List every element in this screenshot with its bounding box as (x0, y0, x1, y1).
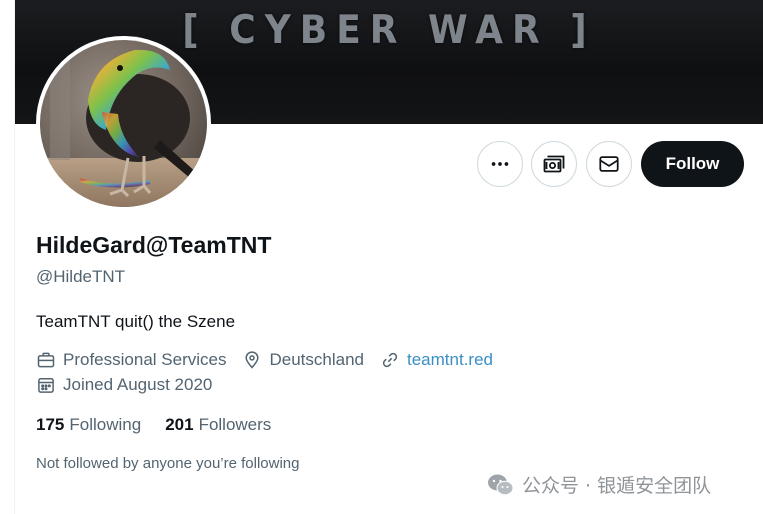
calendar-icon (38, 378, 54, 393)
bio-text: TeamTNT quit() the Szene (36, 312, 236, 331)
wechat-icon (488, 474, 514, 495)
link-icon (382, 352, 398, 368)
watermark: 公众号 · 银遁安全团队 (487, 471, 711, 498)
following-label: Following (69, 415, 142, 434)
profile-meta-row: Professional Services Deutschland teamtn… (36, 350, 509, 370)
envelope-icon (599, 156, 619, 172)
profile-page: [ CYBER WAR ] Follow HildeGard@TeamTNT @… (0, 0, 763, 514)
followers-count-link[interactable]: 201 Followers (165, 415, 271, 435)
subscribe-button[interactable] (531, 141, 577, 187)
not-followed-notice: Not followed by anyone you’re following (36, 455, 300, 472)
more-horizontal-icon (491, 162, 509, 166)
following-count: 175 (36, 415, 65, 434)
website-link[interactable]: teamtnt.red (407, 350, 493, 370)
follow-button[interactable]: Follow (641, 141, 744, 187)
user-handle: @HildeTNT (36, 267, 126, 286)
category-item: Professional Services (36, 350, 226, 370)
more-button[interactable] (477, 141, 523, 187)
location-pin-icon (245, 351, 260, 369)
joined-item: Joined August 2020 (36, 375, 212, 395)
category-label: Professional Services (63, 350, 227, 369)
avatar[interactable] (36, 36, 211, 211)
briefcase-icon (37, 352, 55, 368)
message-button[interactable] (586, 141, 632, 187)
website-item: teamtnt.red (380, 350, 493, 370)
money-icon (543, 155, 565, 173)
joined-label: Joined August 2020 (63, 375, 213, 394)
watermark-text: 公众号 · 银遁安全团队 (522, 475, 712, 497)
following-count-link[interactable]: 175 Following (36, 415, 141, 435)
profile-meta-row-2: Joined August 2020 (36, 375, 228, 395)
avatar-image (40, 40, 207, 207)
location-label: Deutschland (269, 350, 364, 369)
display-name: HildeGard@TeamTNT (36, 232, 272, 258)
location-item: Deutschland (242, 350, 364, 370)
follow-counts: 175 Following 201 Followers (36, 415, 295, 435)
followers-label: Followers (198, 415, 272, 434)
followers-count: 201 (165, 415, 194, 434)
